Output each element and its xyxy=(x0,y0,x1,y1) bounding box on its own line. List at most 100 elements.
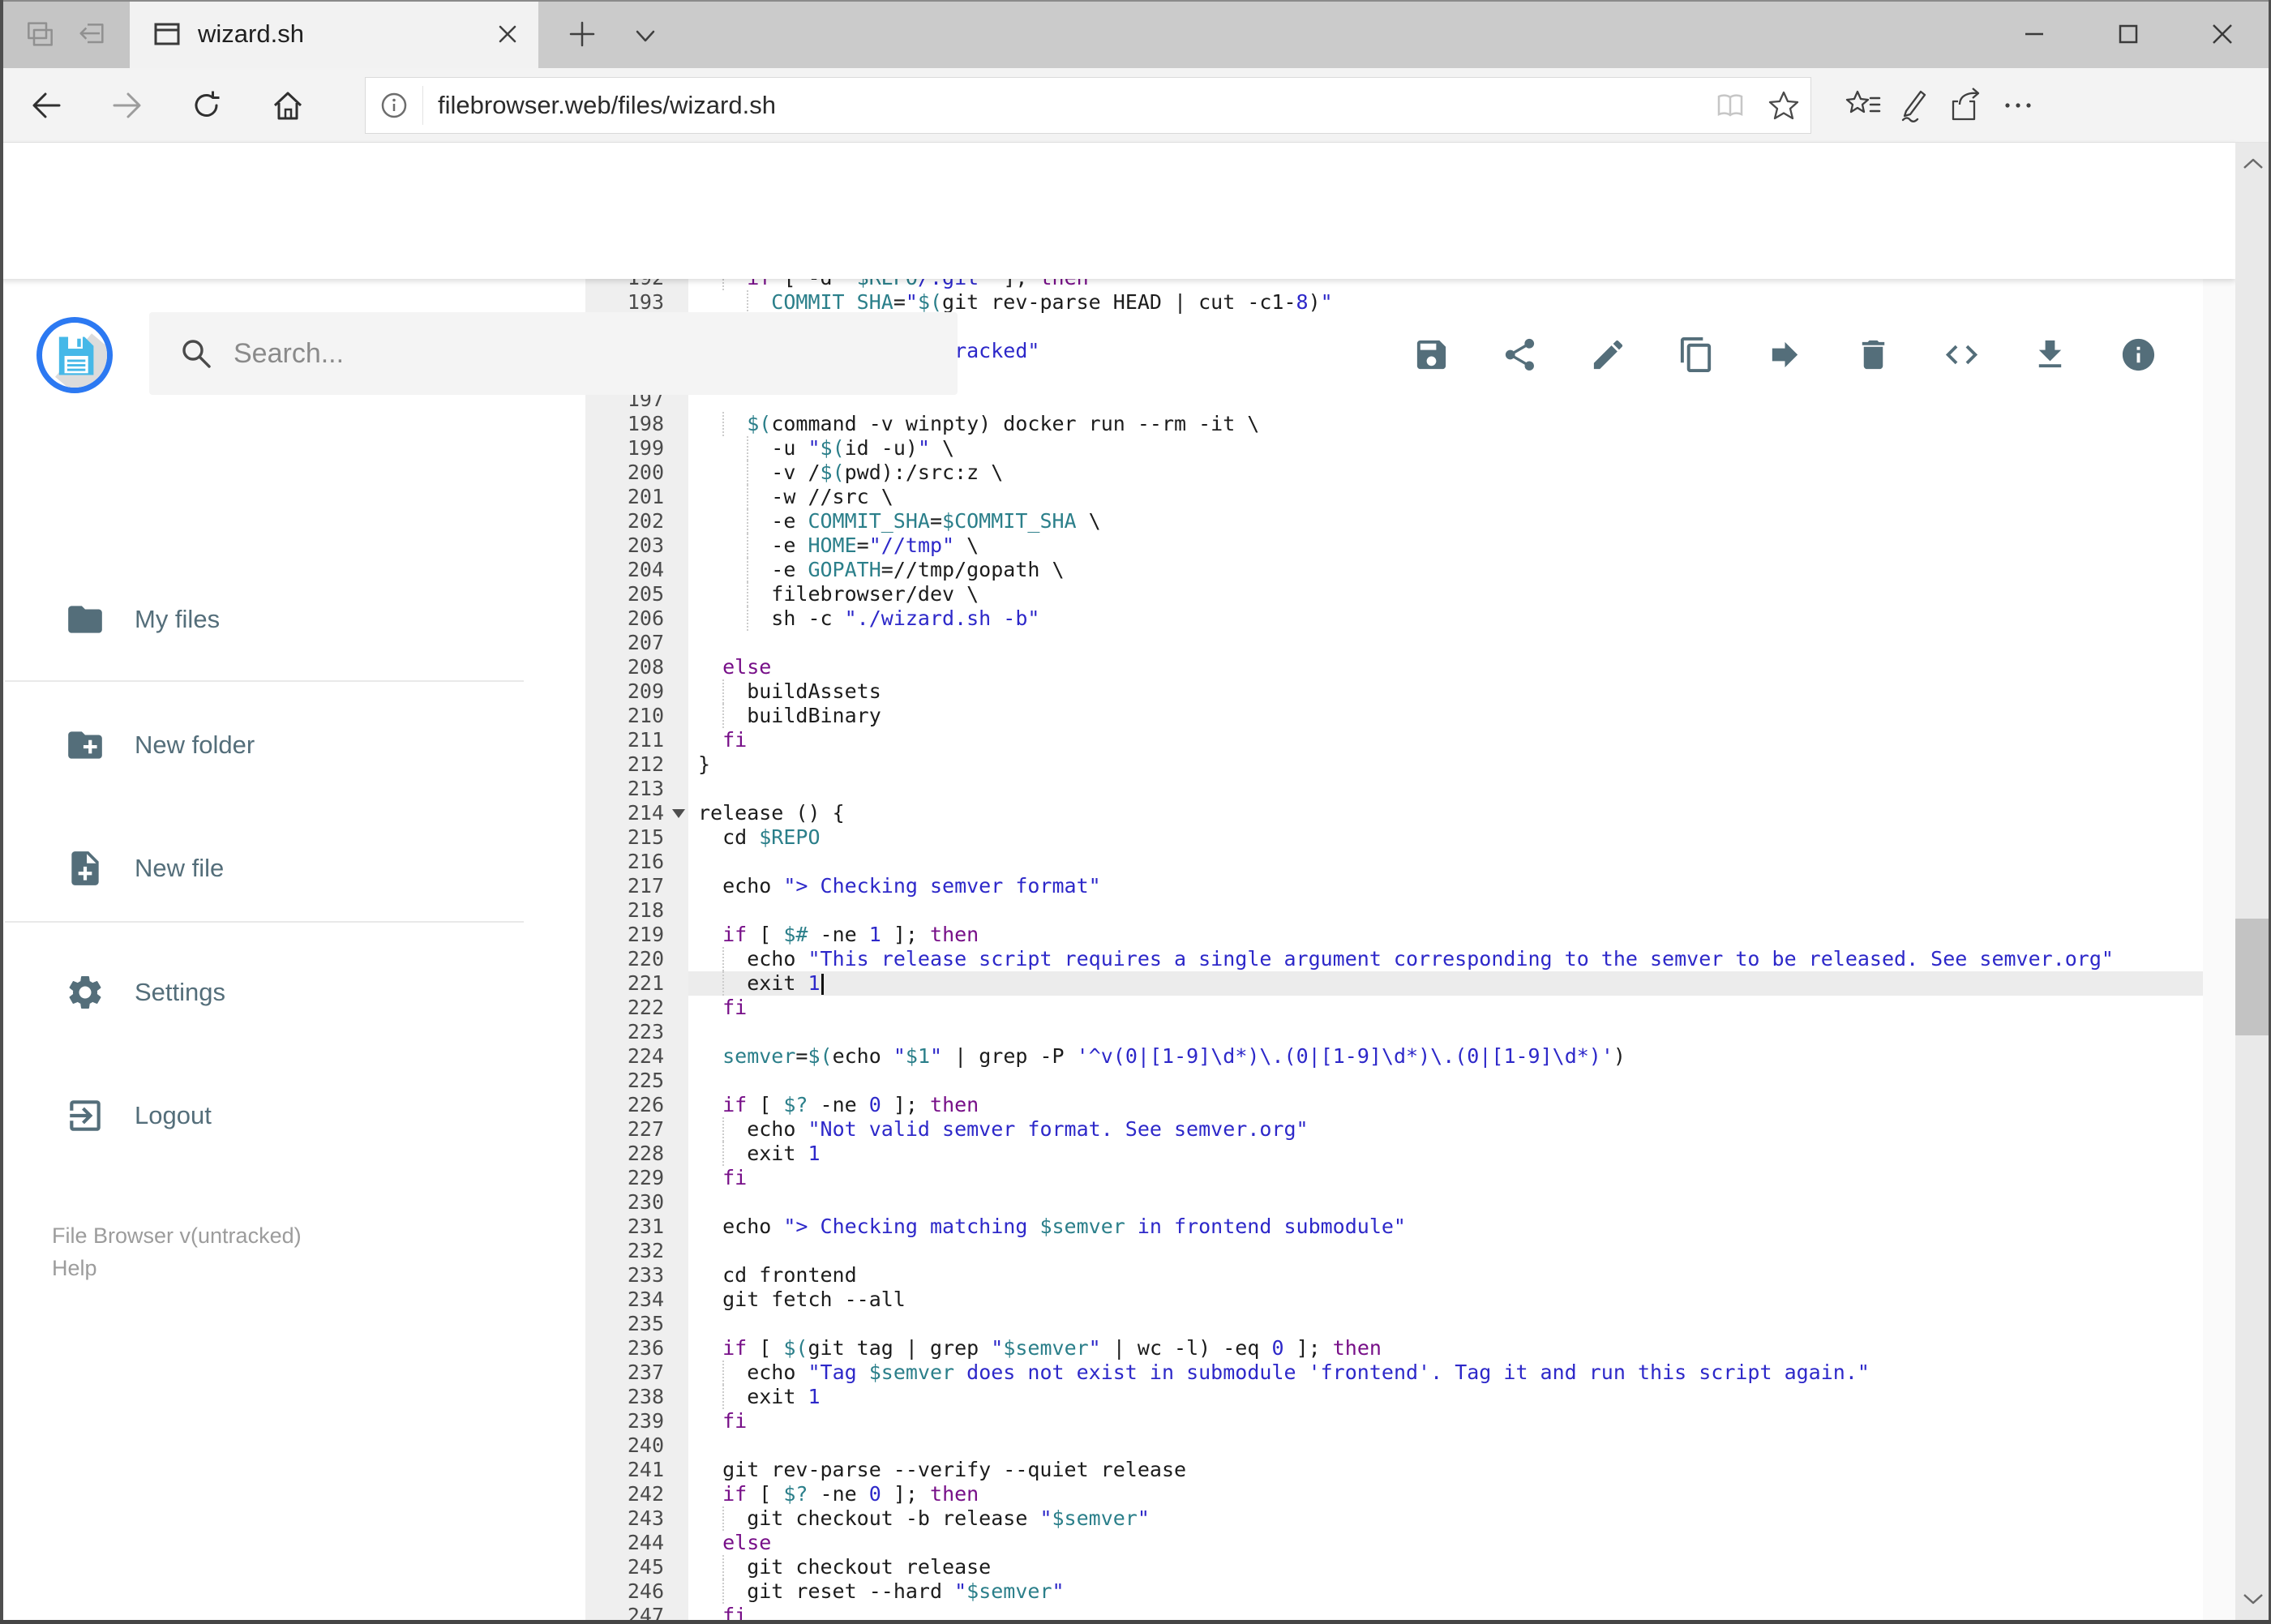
code-line[interactable]: 241 git rev-parse --verify --quiet releas… xyxy=(585,1458,2203,1482)
code-line[interactable]: 226 if [ $? -ne 0 ]; then xyxy=(585,1093,2203,1117)
code-line[interactable]: 239 fi xyxy=(585,1409,2203,1433)
code-line[interactable]: 222 fi xyxy=(585,996,2203,1020)
code-line[interactable]: 225 xyxy=(585,1069,2203,1093)
code-line[interactable]: 220 echo "This release script requires a … xyxy=(585,947,2203,971)
move-button[interactable] xyxy=(1766,336,1804,374)
code-line[interactable]: 238 exit 1 xyxy=(585,1385,2203,1409)
code-line[interactable]: 204 -e GOPATH=//tmp/gopath \ xyxy=(585,558,2203,582)
save-button[interactable] xyxy=(1412,336,1450,374)
back-button[interactable] xyxy=(14,73,79,138)
vertical-scrollbar[interactable] xyxy=(2235,143,2271,1622)
refresh-icon[interactable] xyxy=(174,73,239,138)
code-line[interactable]: 231 echo "> Checking matching $semver in … xyxy=(585,1215,2203,1239)
code-line[interactable]: 214 release () { xyxy=(585,801,2203,825)
scroll-down-icon[interactable] xyxy=(2235,1584,2271,1613)
code-line[interactable]: 210 buildBinary xyxy=(585,704,2203,728)
tab-preview-toggle-icon[interactable] xyxy=(624,15,666,57)
site-info-icon[interactable] xyxy=(366,78,422,133)
code-line[interactable]: 233 cd frontend xyxy=(585,1263,2203,1288)
code-line[interactable]: 202 -e COMMIT_SHA=$COMMIT_SHA \ xyxy=(585,509,2203,533)
code-line[interactable]: 223 xyxy=(585,1020,2203,1044)
maximize-button[interactable] xyxy=(2090,0,2166,68)
sidebar-footer: File Browser v(untracked) Help xyxy=(52,1219,302,1284)
code-line[interactable]: 201 -w //src \ xyxy=(585,485,2203,509)
code-line[interactable]: 203 -e HOME="//tmp" \ xyxy=(585,533,2203,558)
code-line[interactable]: 212} xyxy=(585,752,2203,777)
code-line[interactable]: 217 echo "> Checking semver format" xyxy=(585,874,2203,898)
annotate-pen-icon[interactable] xyxy=(1887,79,1937,131)
sidebar-item-new-file[interactable]: New file xyxy=(0,824,568,913)
code-line[interactable]: 213 xyxy=(585,777,2203,801)
code-line[interactable]: 240 xyxy=(585,1433,2203,1458)
code-line[interactable]: 221 exit 1 xyxy=(585,971,2203,996)
code-line[interactable]: 229 fi xyxy=(585,1166,2203,1190)
sidebar-item-logout[interactable]: Logout xyxy=(0,1071,568,1160)
code-line[interactable]: 224 semver=$(echo "$1" | grep -P '^v(0|[1… xyxy=(585,1044,2203,1069)
code-line[interactable]: 245 git checkout release xyxy=(585,1555,2203,1579)
code-line[interactable]: 227 echo "Not valid semver format. See se… xyxy=(585,1117,2203,1142)
code-line[interactable]: 206 sh -c "./wizard.sh -b" xyxy=(585,606,2203,631)
code-line[interactable]: 246 git reset --hard "$semver" xyxy=(585,1579,2203,1604)
code-line[interactable]: 234 git fetch --all xyxy=(585,1288,2203,1312)
delete-button[interactable] xyxy=(1854,336,1892,374)
search-input[interactable] xyxy=(234,337,882,370)
minimize-button[interactable] xyxy=(1996,0,2072,68)
filebrowser-logo[interactable] xyxy=(36,317,113,393)
code-line[interactable]: 200 -v /$(pwd):/src:z \ xyxy=(585,461,2203,485)
share-button[interactable] xyxy=(1501,336,1539,374)
code-line[interactable]: 219 if [ $# -ne 1 ]; then xyxy=(585,923,2203,947)
help-link[interactable]: Help xyxy=(52,1252,302,1284)
copy-button[interactable] xyxy=(1678,336,1716,374)
code-line[interactable]: 232 xyxy=(585,1239,2203,1263)
sidebar-item-new-folder[interactable]: New folder xyxy=(0,701,568,790)
new-tab-button[interactable] xyxy=(559,11,605,57)
code-line[interactable]: 235 xyxy=(585,1312,2203,1336)
reading-view-icon[interactable] xyxy=(1703,78,1757,133)
code-line[interactable]: 192if [ -d "$REPO/.git" ]; then xyxy=(585,279,2203,290)
folder-icon xyxy=(68,606,102,633)
code-line[interactable]: 208 else xyxy=(585,655,2203,679)
tab-wizard-sh[interactable]: wizard.sh xyxy=(130,0,538,68)
code-line[interactable]: 230 xyxy=(585,1190,2203,1215)
add-favorite-star-icon[interactable] xyxy=(1757,78,1810,133)
edit-button[interactable] xyxy=(1589,336,1627,374)
code-line[interactable]: 218 xyxy=(585,898,2203,923)
search-bar[interactable] xyxy=(149,312,958,395)
code-line[interactable]: 242 if [ $? -ne 0 ]; then xyxy=(585,1482,2203,1506)
close-button[interactable] xyxy=(2184,0,2260,68)
code-editor[interactable]: 192if [ -d "$REPO/.git" ]; then193COMMIT… xyxy=(585,279,2203,1624)
scroll-up-icon[interactable] xyxy=(2235,149,2271,178)
sidebar-item-my-files[interactable]: My files xyxy=(0,575,568,664)
code-line[interactable]: 193 COMMIT_SHA="$(git rev-parse HEAD | cu… xyxy=(585,290,2203,315)
code-line[interactable]: 205 filebrowser/dev \ xyxy=(585,582,2203,606)
set-tabs-aside-icon[interactable] xyxy=(75,18,108,50)
home-button[interactable] xyxy=(255,73,320,138)
code-line[interactable]: 209 buildAssets xyxy=(585,679,2203,704)
url-text[interactable]: filebrowser.web/files/wizard.sh xyxy=(438,91,1703,120)
more-options-icon[interactable] xyxy=(1993,79,2043,131)
address-bar[interactable]: filebrowser.web/files/wizard.sh xyxy=(365,77,1811,134)
download-button[interactable] xyxy=(2031,336,2069,374)
favorites-hub-icon[interactable] xyxy=(1838,79,1888,131)
code-line[interactable]: 228 exit 1 xyxy=(585,1142,2203,1166)
code-line[interactable]: 215 cd $REPO xyxy=(585,825,2203,850)
code-line[interactable]: 243 git checkout -b release "$semver" xyxy=(585,1506,2203,1531)
tab-preview-icon[interactable] xyxy=(22,18,54,50)
code-line[interactable]: 236 if [ $(git tag | grep "$semver" | wc … xyxy=(585,1336,2203,1360)
code-line[interactable]: 198 $(command -v winpty) docker run --rm … xyxy=(585,412,2203,436)
code-line[interactable]: 211 fi xyxy=(585,728,2203,752)
code-line[interactable]: 207 xyxy=(585,631,2203,655)
share-icon-browser[interactable] xyxy=(1940,79,1990,131)
forward-button[interactable] xyxy=(95,73,160,138)
raw-view-button[interactable] xyxy=(1943,336,1981,374)
tab-close-icon[interactable] xyxy=(483,10,532,58)
code-line[interactable]: 244 else xyxy=(585,1531,2203,1555)
scrollbar-thumb[interactable] xyxy=(2235,919,2271,1035)
code-line[interactable]: 237 echo "Tag $semver does not exist in s… xyxy=(585,1360,2203,1385)
sidebar-item-settings[interactable]: Settings xyxy=(0,948,568,1037)
fold-arrow-icon[interactable] xyxy=(672,809,685,818)
info-button[interactable] xyxy=(2119,336,2157,374)
code-line[interactable]: 216 xyxy=(585,850,2203,874)
code-line[interactable]: 247 fi xyxy=(585,1604,2203,1624)
code-line[interactable]: 199 -u "$(id -u)" \ xyxy=(585,436,2203,461)
